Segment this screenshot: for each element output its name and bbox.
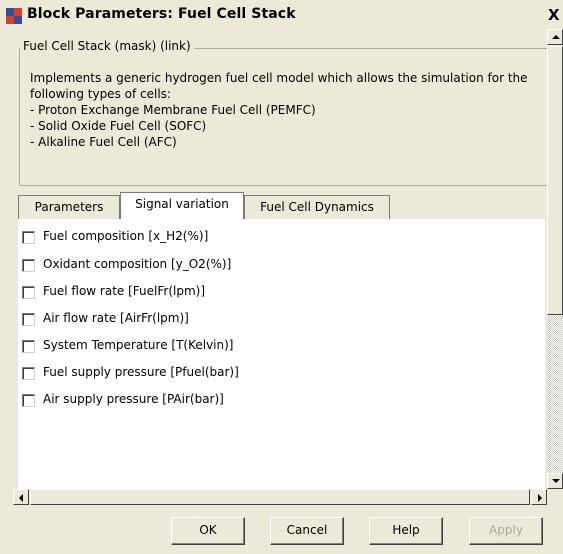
checkbox-label: Fuel supply pressure [Pfuel(bar)] [43,365,239,379]
vertical-scroll-track[interactable] [547,316,563,473]
group-legend: Fuel Cell Stack (mask) (link) [20,39,194,53]
signal-variation-panel: Fuel composition [x_H2(%)] Oxidant compo… [18,219,545,490]
arrow-left-icon [19,494,23,502]
block-parameters-dialog: Block Parameters: Fuel Cell Stack X Fuel… [0,0,563,554]
window-title: Block Parameters: Fuel Cell Stack [27,6,296,22]
apply-button[interactable]: Apply [469,517,543,545]
description-line: following types of cells: [30,87,171,101]
vertical-scroll-thumb[interactable] [547,46,563,315]
fuel-composition-checkbox[interactable] [22,231,35,244]
air-flow-rate-checkbox[interactable] [22,313,35,326]
checkbox-label: Fuel flow rate [FuelFr(lpm)] [43,284,205,298]
block-description: Implements a generic hydrogen fuel cell … [30,70,535,150]
description-line: - Solid Oxide Fuel Cell (SOFC) [30,119,207,133]
tab-fuel-cell-dynamics[interactable]: Fuel Cell Dynamics [244,195,390,219]
description-line: - Alkaline Fuel Cell (AFC) [30,135,177,149]
fuel-supply-pressure-checkbox[interactable] [22,367,35,380]
arrow-up-icon [552,35,560,39]
vertical-scrollbar[interactable] [547,29,563,489]
air-supply-pressure-checkbox[interactable] [22,394,35,407]
system-temperature-checkbox[interactable] [22,340,35,353]
simulink-block-icon [6,8,22,24]
scroll-up-button[interactable] [547,29,563,45]
description-line: Implements a generic hydrogen fuel cell … [30,71,528,85]
checkbox-label: Oxidant composition [y_O2(%)] [43,257,232,271]
help-button[interactable]: Help [369,517,443,545]
checkbox-label: System Temperature [T(Kelvin)] [43,338,234,352]
tab-signal-variation[interactable]: Signal variation [120,192,244,219]
checkbox-label: Air flow rate [AirFr(lpm)] [43,311,189,325]
arrow-right-icon [538,494,542,502]
arrow-down-icon [552,479,560,483]
tab-parameters[interactable]: Parameters [18,195,120,219]
scroll-left-button[interactable] [13,489,29,505]
scroll-down-button[interactable] [547,473,563,489]
cancel-button[interactable]: Cancel [270,517,344,545]
fuel-flow-rate-checkbox[interactable] [22,286,35,299]
scroll-right-button[interactable] [531,489,547,505]
description-line: - Proton Exchange Membrane Fuel Cell (PE… [30,103,316,117]
close-icon[interactable]: X [548,6,560,24]
horizontal-scrollbar[interactable] [13,489,547,505]
horizontal-scroll-thumb[interactable] [30,489,530,505]
oxidant-composition-checkbox[interactable] [22,259,35,272]
checkbox-label: Air supply pressure [PAir(bar)] [43,392,224,406]
title-bar[interactable]: Block Parameters: Fuel Cell Stack X [0,0,563,29]
ok-button[interactable]: OK [171,517,245,545]
checkbox-label: Fuel composition [x_H2(%)] [43,229,209,243]
scroll-corner [547,489,563,505]
